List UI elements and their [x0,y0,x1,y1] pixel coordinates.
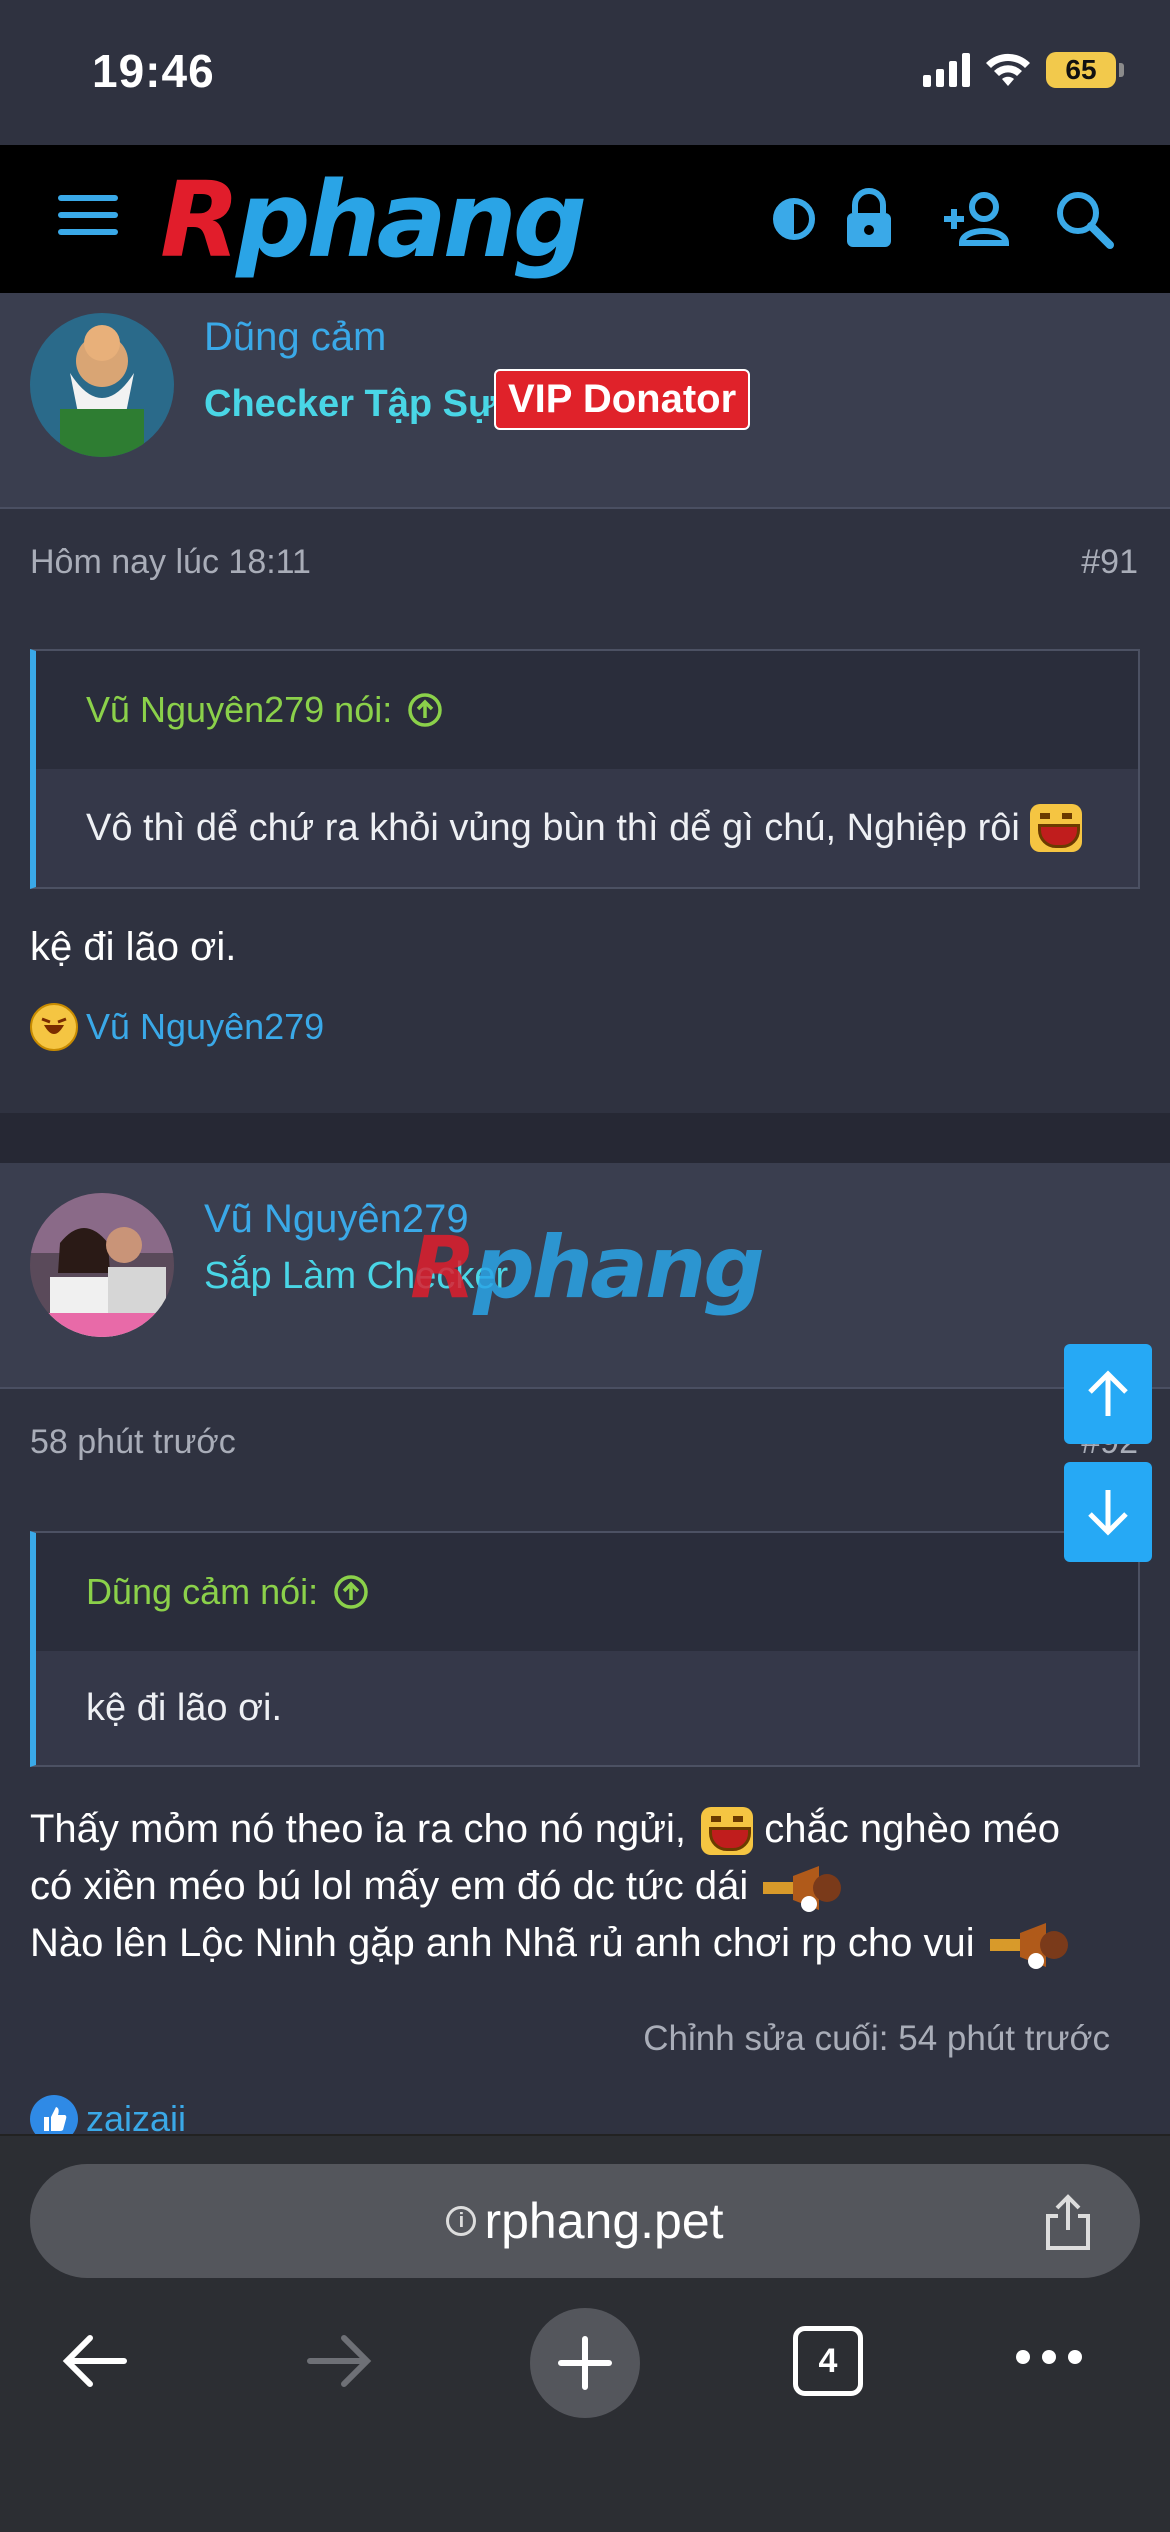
post-timestamp[interactable]: Hôm nay lúc 18:11 [30,543,311,582]
lock-icon[interactable] [833,183,905,255]
scroll-to-bottom-button[interactable] [1064,1462,1152,1562]
address-bar[interactable]: i rphang.pet [30,2164,1140,2278]
more-icon[interactable] [1016,2350,1082,2364]
laugh-emoji-icon [701,1807,754,1856]
post-number[interactable]: #91 [1081,543,1138,582]
logo-prefix: R [160,159,240,281]
edited-note[interactable]: Chỉnh sửa cuối: 54 phút trước [643,2019,1110,2059]
post-body: 58 phút trước #92 Dũng cảm nói: kệ đi lã… [0,1389,1170,2143]
site-logo[interactable]: Rphang [160,165,720,275]
quote-block: Dũng cảm nói: kệ đi lão ơi. [30,1531,1140,1767]
trumpet-emoji-icon [989,1923,1068,1970]
forward-icon[interactable] [302,2324,376,2398]
back-icon[interactable] [58,2324,132,2398]
post-text-segment: chắc nghèo méo [764,1807,1061,1851]
haha-reaction-icon [30,1003,78,1051]
post-text: kệ đi lão ơi. [30,925,237,969]
scroll-to-top-button[interactable] [1064,1344,1152,1444]
avatar[interactable] [30,1193,174,1337]
url-text: rphang.pet [484,2193,724,2249]
post-text-line-1: Thấy mỏm nó theo ỉa ra cho nó ngửi, chắc… [30,1801,1140,1858]
watermark-prefix: R [410,1218,476,1318]
quote-author: Dũng cảm nói: [86,1571,319,1612]
quote-author: Vũ Nguyên279 nói: [86,689,393,730]
quote-text-content: Vô thì dể chứ ra khỏi vủng bùn thì dể gì… [86,806,1020,849]
vip-badge: VIP Donator [494,369,751,430]
battery-icon: 65 [1046,52,1124,88]
logo-rest: phang [236,159,587,281]
user-title: Checker Tập Sự [204,383,496,425]
watermark-logo: Rphang [410,1218,765,1318]
status-bar: 19:46 65 [0,0,1170,145]
post-text: Thấy mỏm nó theo ỉa ra cho nó ngửi, chắc… [30,1801,1140,1972]
screen: 19:46 65 Rphang Dũng cảm Checker Tập Sự … [0,0,1170,2532]
info-icon[interactable]: i [446,2206,477,2236]
post-text-line-2: có xiền méo bú lol mấy em đó dc tức dái [30,1858,1140,1915]
trumpet-emoji-icon [763,1866,842,1913]
browser-toolbar: i rphang.pet 4 [0,2134,1170,2532]
post-user-block: Dũng cảm Checker Tập Sự VIP Donator [0,293,1170,509]
tabs-button[interactable]: 4 [793,2326,863,2396]
share-icon[interactable] [1040,2192,1096,2252]
new-tab-button[interactable] [530,2308,640,2418]
signal-icon [923,53,970,87]
site-header: Rphang [0,145,1170,293]
add-user-icon[interactable] [940,183,1012,255]
go-to-quote-icon[interactable] [332,1573,370,1611]
arrow-down-icon [1088,1490,1128,1536]
wifi-icon [986,53,1030,86]
menu-icon[interactable] [58,195,118,241]
status-icons: 65 [923,52,1124,88]
post-timestamp[interactable]: 58 phút trước [30,1423,236,1462]
quote-header[interactable]: Dũng cảm nói: [36,1533,1138,1651]
search-icon[interactable] [1048,183,1120,255]
post-body: Hôm nay lúc 18:11 #91 Vũ Nguyên279 nói: … [0,509,1170,1115]
post-username[interactable]: Dũng cảm [204,315,386,360]
tab-count: 4 [818,2341,838,2380]
post-text-segment: Nào lên Lộc Ninh gặp anh Nhã rủ anh chơi… [30,1921,975,1965]
watermark-rest: phang [473,1218,765,1318]
battery-level: 65 [1065,54,1097,85]
post-separator [0,1115,1170,1163]
post-text-segment: có xiền méo bú lol mấy em đó dc tức dái [30,1864,749,1908]
plus-icon [558,2336,612,2390]
go-to-quote-icon[interactable] [406,691,444,729]
post-text-line-3: Nào lên Lộc Ninh gặp anh Nhã rủ anh chơi… [30,1915,1140,1972]
quote-text-content: kệ đi lão ơi. [86,1686,283,1729]
laugh-emoji-icon [1029,804,1082,852]
reaction-user[interactable]: Vũ Nguyên279 [86,1006,324,1048]
quote-block: Vũ Nguyên279 nói: Vô thì dể chứ ra khỏi … [30,649,1140,889]
post-text-segment: Thấy mỏm nó theo ỉa ra cho nó ngửi, [30,1807,687,1851]
status-time: 19:46 [92,45,215,97]
arrow-up-icon [1088,1370,1128,1416]
reaction-bar[interactable]: Vũ Nguyên279 [30,1003,324,1051]
avatar[interactable] [30,313,174,457]
theme-toggle-icon[interactable] [758,183,830,255]
quote-header[interactable]: Vũ Nguyên279 nói: [36,651,1138,769]
quote-text: Vô thì dể chứ ra khỏi vủng bùn thì dể gì… [36,769,1138,887]
quote-text: kệ đi lão ơi. [36,1651,1138,1765]
